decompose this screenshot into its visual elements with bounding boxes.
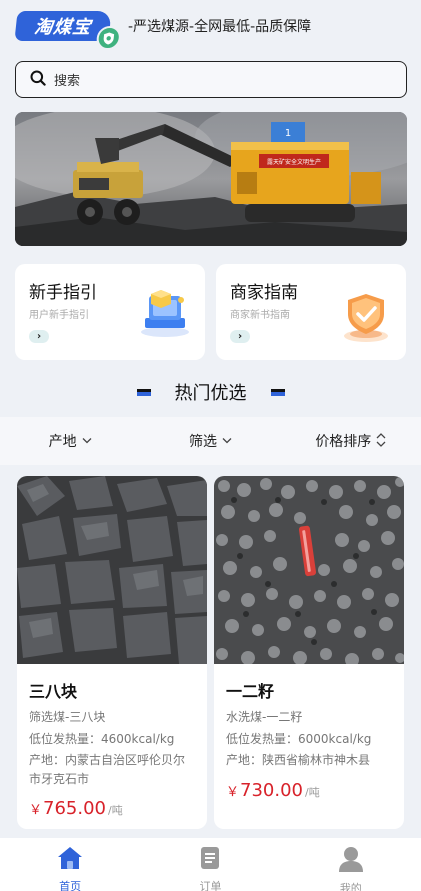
app-logo: 淘煤宝 — [14, 11, 122, 50]
tab-label: 首页 — [59, 880, 82, 891]
chevron-right-icon[interactable]: › — [29, 330, 49, 343]
filter-label: 产地 — [48, 434, 77, 450]
filter-label: 价格排序 — [315, 434, 372, 450]
product-card[interactable]: 三八块 筛选煤-三八块 低位发热量：4600kcal/kg 产地：内蒙古自治区呼… — [17, 476, 207, 829]
order-list-icon — [198, 846, 222, 874]
price-currency: ￥ — [226, 784, 240, 800]
app-header: 淘煤宝 -严选煤源-全网最低-品质保障 — [0, 0, 421, 52]
decor-right-icon — [270, 388, 285, 396]
chevron-down-icon — [222, 436, 232, 447]
price-currency: ￥ — [29, 803, 43, 819]
home-icon — [57, 846, 83, 874]
price-value: 765.00 — [43, 798, 106, 820]
decor-left-icon — [136, 388, 151, 396]
product-image — [17, 476, 207, 664]
card-merchant-guide[interactable]: 商家指南 商家新书指南 › — [216, 264, 406, 360]
shield-logo-icon — [95, 26, 122, 50]
filter-bar: 产地 筛选 价格排序 — [0, 417, 421, 465]
banner-badge-text: 1 — [285, 128, 291, 139]
tab-home[interactable]: 首页 — [0, 838, 140, 891]
logo-text: 淘煤宝 — [33, 17, 93, 38]
price-value: 730.00 — [240, 779, 303, 801]
slogan: -严选煤源-全网最低-品质保障 — [128, 19, 312, 35]
product-category: 水洗煤-一二籽 — [226, 710, 303, 724]
product-origin: 产地：陕西省榆林市神木县 — [226, 753, 371, 768]
product-price: ￥ 730.00 /吨 — [226, 780, 392, 801]
search-placeholder: 搜索 — [54, 74, 81, 89]
mining-banner-image: 露天矿安全文明生产 1 — [15, 112, 407, 246]
sort-updown-icon — [376, 432, 386, 450]
bottom-tab-bar: 首页 订单 我的 — [0, 838, 421, 891]
search-bar[interactable]: 搜索 — [15, 61, 407, 98]
banner-sign-text: 露天矿安全文明生产 — [267, 158, 321, 166]
section-header: 热门优选 — [0, 378, 421, 406]
product-origin: 产地：内蒙古自治区呼伦贝尔市牙克石市 — [29, 753, 186, 786]
product-heat-value: 低位发热量：6000kcal/kg — [226, 731, 372, 746]
product-price: ￥ 765.00 /吨 — [29, 798, 195, 819]
filter-screen[interactable]: 筛选 — [140, 431, 280, 451]
card-newbie-guide[interactable]: 新手指引 用户新手指引 › — [15, 264, 205, 360]
tab-profile[interactable]: 我的 — [281, 838, 421, 891]
shield-check-icon — [338, 288, 394, 348]
tab-label: 我的 — [339, 882, 362, 891]
filter-origin[interactable]: 产地 — [0, 431, 140, 451]
price-unit: /吨 — [108, 804, 123, 818]
filter-label: 筛选 — [188, 434, 217, 450]
tab-orders[interactable]: 订单 — [140, 838, 280, 891]
laptop-cube-icon — [137, 288, 193, 342]
product-category: 筛选煤-三八块 — [29, 710, 106, 724]
product-name: 三八块 — [29, 682, 78, 701]
chevron-down-icon — [82, 436, 92, 447]
product-card[interactable]: 一二籽 水洗煤-一二籽 低位发热量：6000kcal/kg 产地：陕西省榆林市神… — [214, 476, 404, 829]
product-image — [214, 476, 404, 664]
chevron-right-icon[interactable]: › — [230, 330, 250, 343]
product-heat-value: 低位发热量：4600kcal/kg — [29, 731, 175, 746]
promo-banner[interactable]: 露天矿安全文明生产 1 — [15, 112, 407, 246]
section-title: 热门优选 — [174, 383, 247, 404]
tab-label: 订单 — [199, 880, 222, 891]
user-icon — [338, 846, 364, 876]
product-name: 一二籽 — [226, 682, 275, 701]
price-unit: /吨 — [305, 785, 320, 799]
search-icon — [30, 70, 46, 90]
filter-price-sort[interactable]: 价格排序 — [281, 431, 421, 451]
